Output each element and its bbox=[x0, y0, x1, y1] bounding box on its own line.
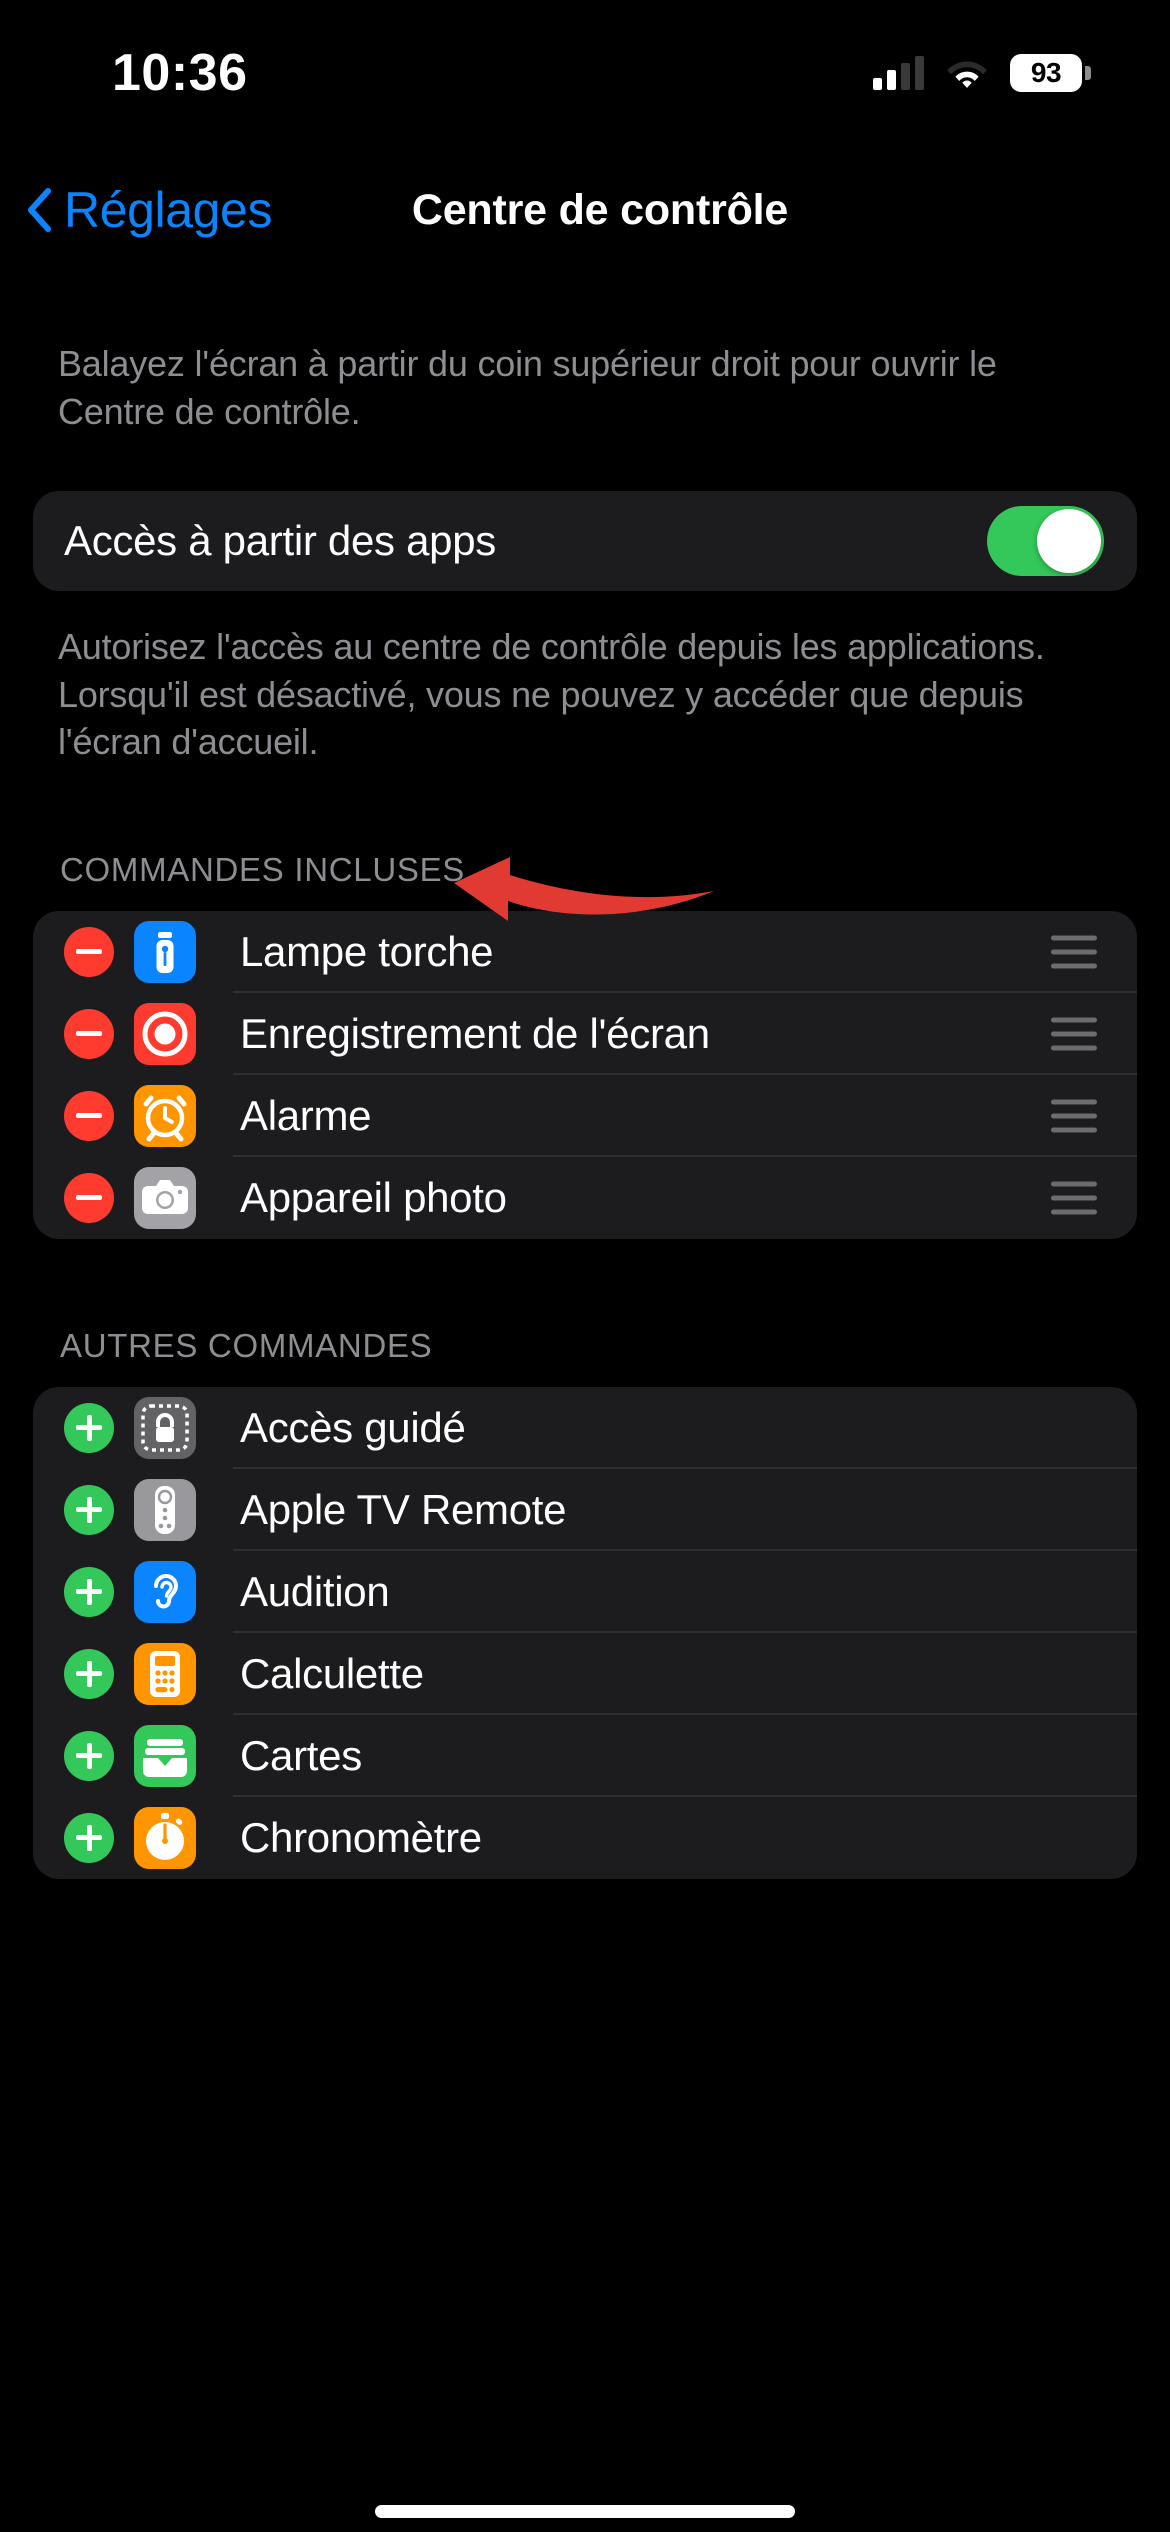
status-bar: 10:36 93 bbox=[0, 0, 1170, 132]
add-control-button[interactable] bbox=[64, 1648, 114, 1699]
control-row-chronometre[interactable]: Chronomètre bbox=[33, 1797, 1137, 1879]
add-control-button[interactable] bbox=[64, 1566, 114, 1617]
access-from-apps-label: Accès à partir des apps bbox=[64, 517, 496, 565]
home-indicator bbox=[375, 2505, 795, 2518]
control-row-cartes[interactable]: Cartes bbox=[33, 1715, 1137, 1797]
control-row-audition[interactable]: Audition bbox=[33, 1551, 1137, 1633]
status-bar-indicators: 93 bbox=[873, 54, 1091, 92]
drag-handle-icon[interactable] bbox=[1051, 1017, 1097, 1051]
flashlight-icon bbox=[134, 920, 196, 983]
access-footnote: Autorisez l'accès au centre de contrôle … bbox=[58, 626, 1045, 763]
screen-record-icon bbox=[134, 1002, 196, 1065]
calculator-icon bbox=[134, 1642, 196, 1705]
chevron-left-icon bbox=[28, 188, 51, 232]
control-label: Audition bbox=[240, 1567, 390, 1615]
remove-control-button[interactable] bbox=[64, 1008, 114, 1059]
control-label: Calculette bbox=[240, 1649, 424, 1697]
tv-remote-icon bbox=[134, 1478, 196, 1541]
toggle-knob bbox=[1037, 509, 1101, 574]
access-card: Accès à partir des apps bbox=[33, 491, 1137, 592]
control-row-appareil-photo[interactable]: Appareil photo bbox=[33, 1157, 1137, 1239]
add-control-button[interactable] bbox=[64, 1812, 114, 1863]
included-section-header: COMMANDES INCLUSES bbox=[60, 850, 465, 888]
remove-control-button[interactable] bbox=[64, 926, 114, 977]
settings-list: Balayez l'écran à partir du coin supérie… bbox=[0, 255, 1170, 1879]
stopwatch-icon bbox=[134, 1806, 196, 1869]
add-control-button[interactable] bbox=[64, 1402, 114, 1453]
guided-access-lock-icon bbox=[134, 1396, 196, 1459]
status-bar-time: 10:36 bbox=[112, 44, 248, 102]
control-label: Cartes bbox=[240, 1731, 362, 1779]
access-from-apps-row[interactable]: Accès à partir des apps bbox=[33, 491, 1137, 591]
control-row-apple-tv-remote[interactable]: Apple TV Remote bbox=[33, 1469, 1137, 1551]
other-controls-card: Accès guidé Apple TV Remote Audition Cal… bbox=[33, 1386, 1137, 1879]
navigation-bar: Centre de contrôle Réglages bbox=[0, 165, 1170, 255]
wallet-cards-icon bbox=[134, 1724, 196, 1787]
alarm-clock-icon bbox=[134, 1084, 196, 1147]
battery-icon: 93 bbox=[1010, 54, 1091, 92]
back-button[interactable]: Réglages bbox=[26, 165, 272, 255]
control-label: Alarme bbox=[240, 1091, 372, 1139]
control-label: Appareil photo bbox=[240, 1173, 507, 1221]
control-row-acces-guide[interactable]: Accès guidé bbox=[33, 1387, 1137, 1469]
cellular-signal-icon bbox=[873, 56, 924, 90]
back-button-label: Réglages bbox=[64, 182, 273, 238]
intro-footnote: Balayez l'écran à partir du coin supérie… bbox=[58, 343, 997, 432]
hearing-ear-icon bbox=[134, 1560, 196, 1623]
control-label: Chronomètre bbox=[240, 1813, 482, 1861]
control-label: Apple TV Remote bbox=[240, 1485, 567, 1533]
control-row-alarme[interactable]: Alarme bbox=[33, 1075, 1137, 1157]
add-control-button[interactable] bbox=[64, 1484, 114, 1535]
screen: 10:36 93 Centre de contrôle Réglages Bal… bbox=[0, 0, 1170, 2532]
drag-handle-icon[interactable] bbox=[1051, 1181, 1097, 1215]
control-label: Enregistrement de l'écran bbox=[240, 1009, 710, 1057]
control-row-lampe-torche[interactable]: Lampe torche bbox=[33, 911, 1137, 993]
drag-handle-icon[interactable] bbox=[1051, 1099, 1097, 1133]
access-from-apps-toggle[interactable] bbox=[987, 506, 1104, 577]
remove-control-button[interactable] bbox=[64, 1090, 114, 1141]
included-controls-card: Lampe torche Enregistrement de l'écran A… bbox=[33, 910, 1137, 1239]
control-row-calculette[interactable]: Calculette bbox=[33, 1633, 1137, 1715]
camera-icon bbox=[134, 1166, 196, 1229]
remove-control-button[interactable] bbox=[64, 1172, 114, 1223]
battery-percent: 93 bbox=[1030, 57, 1062, 88]
control-label: Accès guidé bbox=[240, 1403, 466, 1451]
add-control-button[interactable] bbox=[64, 1730, 114, 1781]
other-section-header: AUTRES COMMANDES bbox=[60, 1326, 433, 1364]
wifi-icon bbox=[947, 61, 987, 88]
drag-handle-icon[interactable] bbox=[1051, 935, 1097, 969]
control-label: Lampe torche bbox=[240, 927, 494, 975]
control-row-enregistrement[interactable]: Enregistrement de l'écran bbox=[33, 993, 1137, 1075]
